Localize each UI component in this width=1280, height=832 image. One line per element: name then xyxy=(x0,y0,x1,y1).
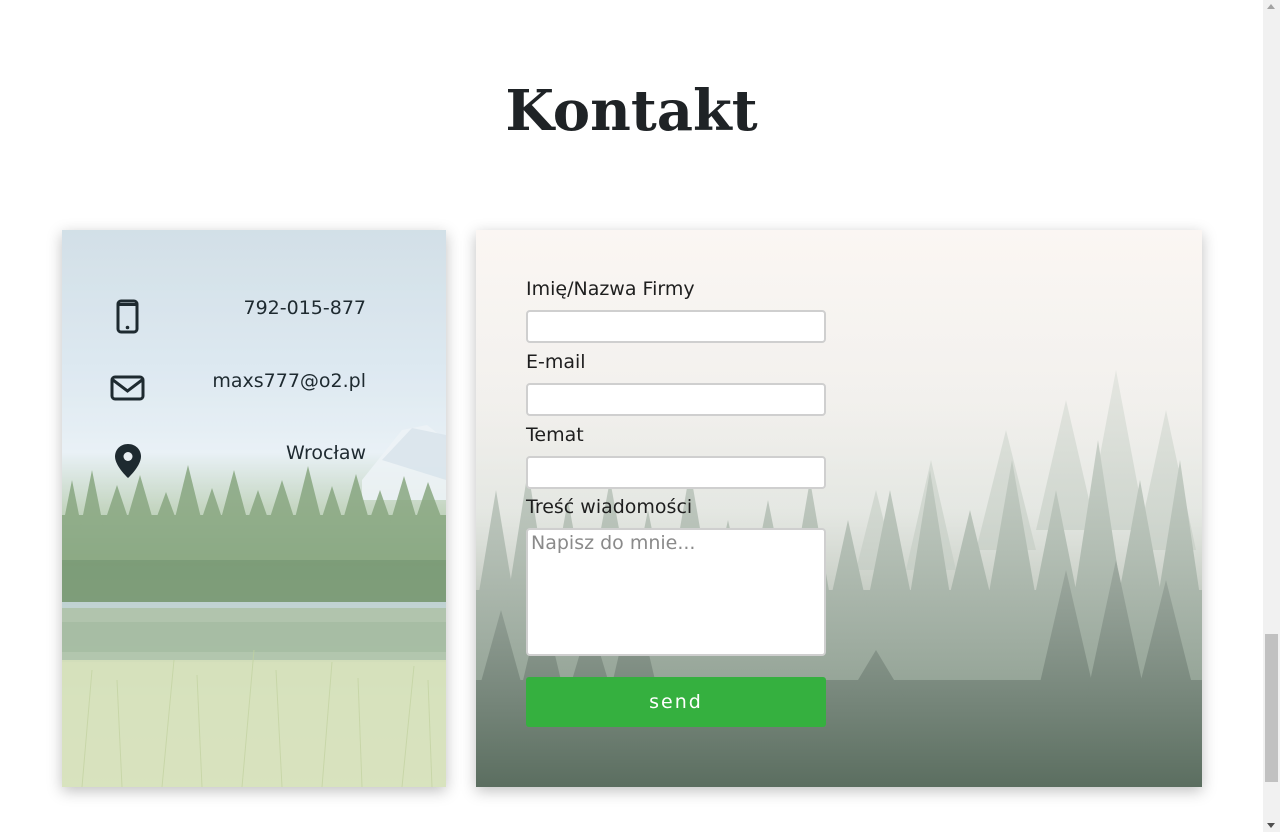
contact-email-row: maxs777@o2.pl xyxy=(62,370,446,410)
contact-location-row: Wrocław xyxy=(62,442,446,482)
page-title: Kontakt xyxy=(505,78,758,144)
contact-form-card: Imię/Nazwa Firmy E-mail Temat Treść wiad… xyxy=(476,230,1202,787)
contact-phone-row: 792-015-877 xyxy=(62,297,446,338)
email-label: E-mail xyxy=(526,351,586,373)
contact-email-text: maxs777@o2.pl xyxy=(212,370,366,392)
page: Kontakt 792-015-877 maxs777@o2.pl Wrocła… xyxy=(0,0,1263,832)
subject-input[interactable] xyxy=(526,456,826,489)
name-label: Imię/Nazwa Firmy xyxy=(526,278,695,300)
envelope-icon xyxy=(110,375,145,401)
contact-phone-text: 792-015-877 xyxy=(243,297,366,319)
message-textarea[interactable] xyxy=(526,528,826,656)
mobile-phone-icon xyxy=(116,299,139,334)
name-input[interactable] xyxy=(526,310,826,343)
send-button[interactable]: send xyxy=(526,677,826,727)
map-marker-icon xyxy=(115,444,141,478)
scroll-up-arrow-icon[interactable] xyxy=(1267,4,1275,9)
page-scrollbar[interactable] xyxy=(1263,0,1280,832)
contact-info-card: 792-015-877 maxs777@o2.pl Wrocław xyxy=(62,230,446,787)
scrollbar-thumb[interactable] xyxy=(1265,634,1278,782)
contact-location-text: Wrocław xyxy=(286,442,366,464)
subject-label: Temat xyxy=(526,424,584,446)
email-input[interactable] xyxy=(526,383,826,416)
message-label: Treść wiadomości xyxy=(526,496,693,518)
scroll-down-arrow-icon[interactable] xyxy=(1267,823,1275,828)
